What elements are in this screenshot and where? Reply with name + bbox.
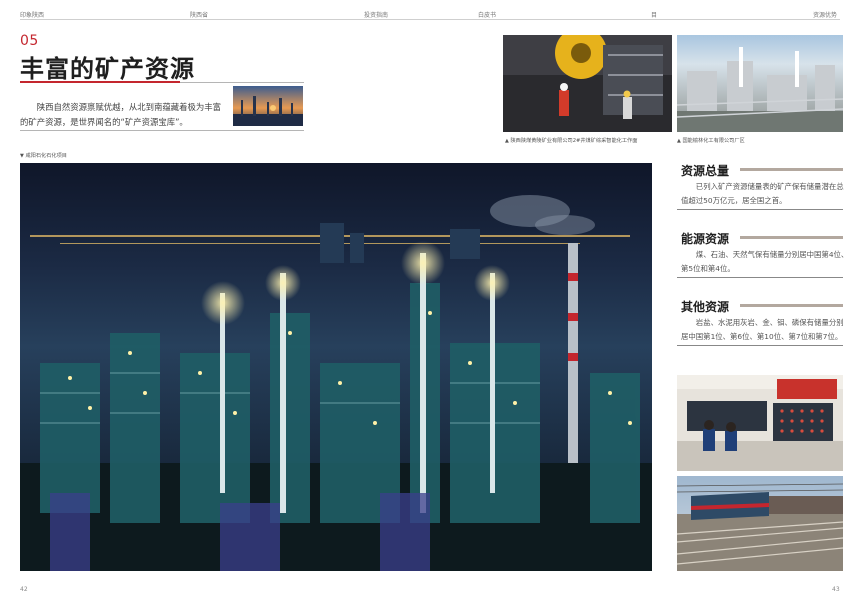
header-item-guide: 投资指南: [364, 12, 389, 19]
main-photo-petrochemical-plant: [20, 163, 652, 571]
stat-title-other: 其他资源: [681, 300, 730, 314]
stat-title-energy: 能源资源: [681, 232, 730, 246]
photo-control-room: [677, 375, 843, 471]
stat-body-total: 已列入矿产资源储量表的矿产保有储量潜在总值超过50万亿元，居全国之首。: [681, 182, 844, 205]
intro-rule: [20, 130, 304, 131]
thumbnail-refinery-dusk: [233, 86, 303, 126]
stat-bar-total: [740, 168, 843, 171]
photo-chemical-plant-aerial: [677, 35, 843, 132]
stat-bar-energy: [740, 236, 843, 239]
photo-freight-train: [677, 476, 843, 571]
title-underline-gray: [180, 81, 304, 83]
header-left-mark: 印象陕西: [20, 12, 45, 19]
stat-body-energy: 煤、石油、天然气保有储量分别居中国第4位、第5位和第4位。: [681, 250, 849, 273]
header-item-province: 陕西省: [190, 12, 209, 19]
stat-title-total: 资源总量: [681, 164, 730, 178]
section-number: 05: [20, 33, 39, 49]
caption-coal-mine: ▲ 陕西陕煤黄陵矿业有限公司2#井煤矿综采智能化工作面: [505, 138, 638, 144]
page-number-left: 42: [20, 586, 28, 593]
page-title: 丰富的矿产资源: [20, 55, 195, 83]
header-item-resources: 资源优势: [813, 12, 838, 19]
stat-rule-energy: [677, 277, 843, 278]
main-photo-caption: ▼ 咸阳石化石化项目: [20, 153, 67, 159]
title-underline-red: [20, 81, 180, 83]
header-item-whitepaper: 白皮书: [478, 12, 497, 19]
header-rule: [20, 19, 840, 20]
photo-coal-mine-workface: [503, 35, 672, 132]
stat-rule-total: [677, 209, 843, 210]
stat-body-other: 岩盐、水泥用灰岩、金、钼、磷保有储量分别居中国第1位、第6位、第10位、第7位和…: [681, 318, 844, 341]
intro-paragraph: 陕西自然资源禀赋优越，从北到南蕴藏着极为丰富的矿产资源，是世界闻名的“矿产资源宝…: [20, 102, 222, 127]
caption-chemical-plant: ▲ 国能榆林化工有限公司厂区: [677, 138, 745, 144]
header-item-contents: 目: [651, 12, 658, 19]
stat-rule-other: [677, 345, 843, 346]
stat-bar-other: [740, 304, 843, 307]
page-number-right: 43: [832, 586, 840, 593]
